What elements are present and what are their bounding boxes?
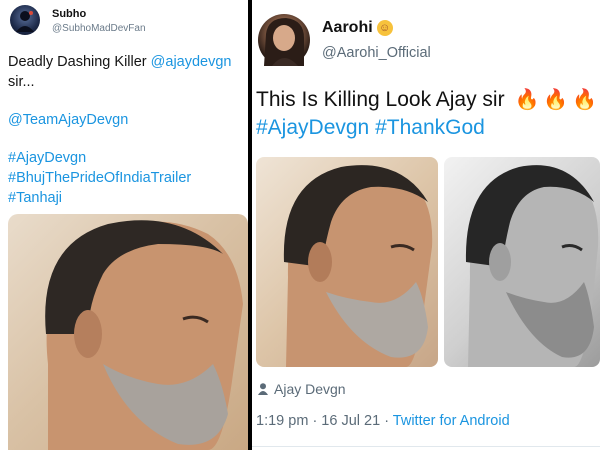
emoji-badge-icon: ☺ (376, 19, 393, 36)
display-name[interactable]: Aarohi ☺ (322, 19, 393, 37)
display-name-text: Aarohi (322, 19, 373, 36)
tagged-person-name: Ajay Devgn (274, 381, 346, 397)
avatar-silhouette-icon (16, 11, 34, 32)
mention-link[interactable]: @ajaydevgn (151, 54, 232, 70)
tweet-text-line: Deadly Dashing Killer @ajaydevgn (8, 52, 244, 72)
hashtag-link[interactable]: #BhujThePrideOfIndiaTrailer (8, 168, 244, 188)
tweet-text: Deadly Dashing Killer @ajaydevgn sir... … (8, 52, 244, 208)
right-tweet-panel: Aarohi ☺ @Aarohi_Official This Is Killing… (252, 0, 600, 450)
tweet-text: This Is Killing Look Ajay sir 🔥 🔥 🔥 (256, 86, 600, 114)
tagged-person[interactable]: Ajay Devgn (258, 381, 346, 397)
tweet-time[interactable]: 1:19 pm (256, 413, 308, 429)
user-handle[interactable]: @SubhoMadDevFan (52, 23, 146, 34)
hashtag-link[interactable]: #ThankGod (375, 116, 485, 139)
hashtag-link[interactable]: #AjayDevgn (256, 116, 369, 139)
avatar[interactable] (10, 5, 40, 35)
portrait-image (45, 220, 244, 450)
tweet-photo[interactable] (256, 157, 438, 367)
fire-icon: 🔥 (543, 89, 569, 111)
fire-icon: 🔥 (514, 89, 540, 111)
tweet-source-link[interactable]: Twitter for Android (393, 413, 510, 429)
tweet-text-line: sir... (8, 74, 35, 90)
fire-icon: 🔥 (572, 89, 598, 111)
user-handle[interactable]: @Aarohi_Official (322, 45, 431, 61)
tweet-photo[interactable] (8, 214, 248, 450)
portrait-image-bw (465, 165, 599, 367)
hashtag-row: #AjayDevgn #ThankGod (256, 114, 485, 142)
avatar-portrait-icon (264, 18, 304, 66)
person-icon (258, 382, 268, 395)
divider-line (252, 446, 600, 447)
avatar[interactable] (258, 14, 310, 66)
tweet-text-plain: Deadly Dashing Killer (8, 54, 151, 70)
mention-link[interactable]: @TeamAjayDevgn (8, 110, 244, 130)
hashtag-link[interactable]: #AjayDevgn (8, 148, 244, 168)
hashtag-link[interactable]: #Tanhaji (8, 188, 244, 208)
tweet-text-plain: This Is Killing Look Ajay sir (256, 88, 505, 111)
tweet-photo[interactable] (444, 157, 600, 367)
tweet-date[interactable]: 16 Jul 21 (321, 413, 380, 429)
portrait-image (283, 165, 433, 367)
left-tweet-panel: Subho @SubhoMadDevFan Deadly Dashing Kil… (0, 0, 248, 450)
tweet-meta: 1:19 pm · 16 Jul 21 · Twitter for Androi… (256, 413, 510, 429)
display-name[interactable]: Subho (52, 8, 86, 20)
